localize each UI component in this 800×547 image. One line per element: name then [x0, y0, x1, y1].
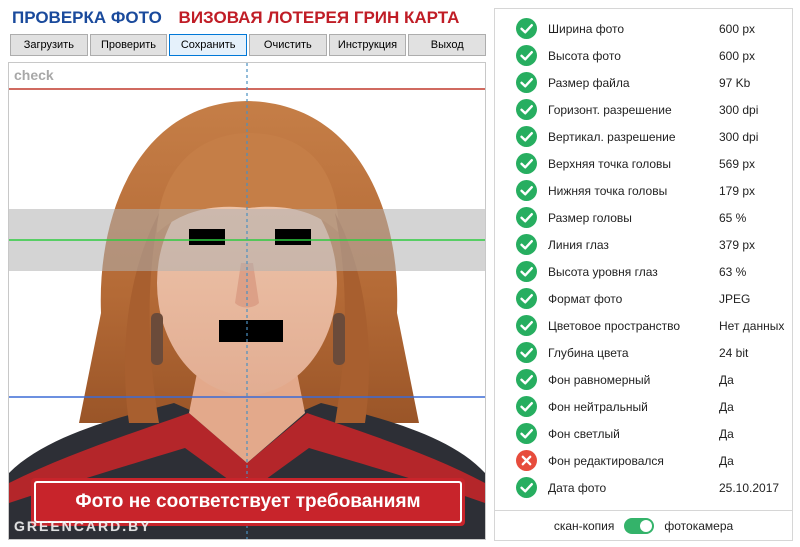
- check-value: 379 px: [719, 237, 756, 252]
- check-value: 65 %: [719, 210, 747, 225]
- app-title: ПРОВЕРКА ФОТО ВИЗОВАЯ ЛОТЕРЕЯ ГРИН КАРТА: [12, 8, 488, 30]
- check-row: Нижняя точка головы 179 px: [495, 177, 792, 204]
- check-row: Высота уровня глаз 63 %: [495, 258, 792, 285]
- check-label: Дата фото: [548, 480, 607, 495]
- check-label: Фон равномерный: [548, 372, 651, 387]
- check-row: Размер головы 65 %: [495, 204, 792, 231]
- photo-preview: check Фото не соответствует требованиям: [8, 62, 486, 540]
- exit-button[interactable]: Выход: [408, 34, 487, 56]
- check-circle-icon: [516, 99, 537, 120]
- overlay-label: check: [14, 67, 54, 83]
- check-value: 569 px: [719, 156, 756, 171]
- earring-right: [333, 313, 345, 365]
- check-value: Да: [719, 399, 734, 414]
- check-value: 300 dpi: [719, 129, 759, 144]
- check-row: Фон равномерный Да: [495, 366, 792, 393]
- check-circle-icon: [516, 342, 537, 363]
- check-row: Высота фото 600 px: [495, 42, 792, 69]
- check-row: Цветовое пространство Нет данных: [495, 312, 792, 339]
- check-circle-icon: [516, 72, 537, 93]
- check-label: Высота уровня глаз: [548, 264, 658, 279]
- check-row: Фон нейтральный Да: [495, 393, 792, 420]
- check-value: Да: [719, 426, 734, 441]
- checks-panel: Ширина фото 600 px Высота фото 600 px Размер…: [494, 8, 793, 511]
- check-circle-icon: [516, 261, 537, 282]
- check-label: Нижняя точка головы: [548, 183, 668, 198]
- instruction-button[interactable]: Инструкция: [328, 34, 407, 56]
- source-toggle-panel: скан-копия фотокамера: [494, 511, 793, 541]
- eye-mask-right: [275, 229, 311, 245]
- check-row: Ширина фото 600 px: [495, 15, 792, 42]
- check-circle-icon: [516, 153, 537, 174]
- toggle-label-scan[interactable]: скан-копия: [554, 519, 615, 533]
- check-circle-icon: [516, 180, 537, 201]
- earring-left: [151, 313, 163, 365]
- check-label: Ширина фото: [548, 21, 625, 36]
- check-circle-icon: [516, 18, 537, 39]
- check-value: 600 px: [719, 21, 756, 36]
- check-label: Размер головы: [548, 210, 632, 225]
- check-row: Фон редактировался Да: [495, 447, 792, 474]
- save-button[interactable]: Сохранить: [169, 34, 248, 56]
- check-circle-icon: [516, 423, 537, 444]
- clear-button[interactable]: Очистить: [249, 34, 327, 56]
- check-circle-icon: [516, 126, 537, 147]
- check-label: Фон нейтральный: [548, 399, 648, 414]
- check-value: JPEG: [719, 291, 751, 306]
- check-circle-icon: [516, 45, 537, 66]
- check-label: Фон редактировался: [548, 453, 664, 468]
- check-value: 179 px: [719, 183, 756, 198]
- check-row: Верхняя точка головы 569 px: [495, 150, 792, 177]
- check-row: Фон светлый Да: [495, 420, 792, 447]
- check-value: Нет данных: [719, 318, 785, 333]
- check-value: 600 px: [719, 48, 756, 63]
- check-circle-icon: [516, 315, 537, 336]
- load-button[interactable]: Загрузить: [10, 34, 88, 56]
- check-row: Формат фото JPEG: [495, 285, 792, 312]
- watermark: GREENCARD.BY: [14, 518, 152, 534]
- check-label: Фон светлый: [548, 426, 620, 441]
- check-button[interactable]: Проверить: [89, 34, 168, 56]
- check-value: 97 Kb: [719, 75, 751, 90]
- check-row: Размер файла 97 Kb: [495, 69, 792, 96]
- toolbar: Загрузить Проверить Сохранить Очистить Инстр…: [10, 34, 487, 56]
- check-label: Линия глаз: [548, 237, 609, 252]
- check-value: Да: [719, 372, 734, 387]
- check-label: Размер файла: [548, 75, 630, 90]
- check-label: Глубина цвета: [548, 345, 629, 360]
- check-label: Цветовое пространство: [548, 318, 681, 333]
- check-row: Вертикал. разрешение 300 dpi: [495, 123, 792, 150]
- check-row: Горизонт. разрешение 300 dpi: [495, 96, 792, 123]
- check-circle-icon: [516, 288, 537, 309]
- status-message: Фото не соответствует требованиям: [34, 481, 462, 523]
- toggle-label-camera[interactable]: фотокамера: [664, 519, 733, 533]
- check-label: Верхняя точка головы: [548, 156, 672, 171]
- check-circle-icon: [516, 369, 537, 390]
- check-circle-icon: [516, 396, 537, 417]
- check-label: Высота фото: [548, 48, 621, 63]
- title-lottery: ВИЗОВАЯ ЛОТЕРЕЯ ГРИН КАРТА: [178, 8, 460, 27]
- check-value: 300 dpi: [719, 102, 759, 117]
- source-toggle-switch[interactable]: [624, 517, 655, 534]
- check-value: 63 %: [719, 264, 747, 279]
- eye-mask-left: [189, 229, 225, 245]
- title-photo-check: ПРОВЕРКА ФОТО: [12, 8, 162, 27]
- mouth-mask: [219, 320, 283, 342]
- check-value: 24 bit: [719, 345, 749, 360]
- check-label: Горизонт. разрешение: [548, 102, 672, 117]
- check-row: Линия глаз 379 px: [495, 231, 792, 258]
- check-circle-icon: [516, 234, 537, 255]
- check-row: Глубина цвета 24 bit: [495, 339, 792, 366]
- check-circle-icon: [516, 477, 537, 498]
- portrait-photo: [9, 63, 485, 539]
- check-circle-icon: [516, 207, 537, 228]
- check-label: Вертикал. разрешение: [548, 129, 676, 144]
- cross-circle-icon: [516, 450, 537, 471]
- check-row: Дата фото 25.10.2017: [495, 474, 792, 501]
- check-value: Да: [719, 453, 734, 468]
- toggle-knob: [640, 519, 653, 532]
- check-value: 25.10.2017: [719, 480, 780, 495]
- check-label: Формат фото: [548, 291, 623, 306]
